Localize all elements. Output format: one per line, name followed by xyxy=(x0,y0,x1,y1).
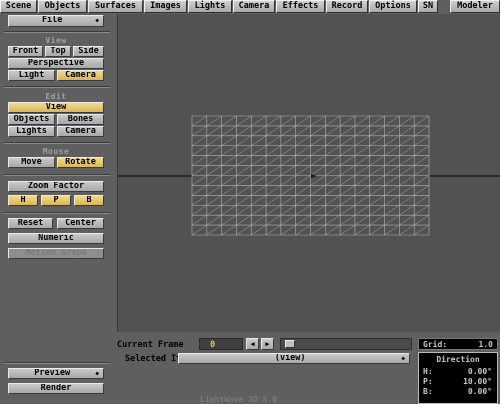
tab-record[interactable]: Record xyxy=(326,0,368,13)
edit-lights-button[interactable]: Lights xyxy=(8,126,55,137)
view-side-button[interactable]: Side xyxy=(73,46,104,57)
file-menu-button[interactable]: File ◆ xyxy=(8,15,104,27)
numeric-button[interactable]: Numeric xyxy=(8,233,104,244)
edit-objects-button[interactable]: Objects xyxy=(8,114,55,125)
next-frame-button[interactable]: ▶ xyxy=(261,338,274,350)
direction-readout: Direction H: 0.00° P: 10.00° B: 0.00° xyxy=(418,352,498,404)
left-arrow-icon: ◀ xyxy=(250,340,255,348)
status-text: LightWave 3D 5.0 xyxy=(200,395,278,404)
grid-size-field[interactable]: Grid: 1.0 xyxy=(418,338,498,350)
edit-camera-button[interactable]: Camera xyxy=(57,126,104,137)
grid-label: Grid: xyxy=(423,340,448,349)
divider xyxy=(4,86,110,88)
right-arrow-icon: ▶ xyxy=(265,340,270,348)
divider xyxy=(4,212,110,214)
motion-graph-button[interactable]: Motion Graph xyxy=(8,248,104,259)
edit-section-label: Edit xyxy=(45,92,67,101)
zoom-factor-button[interactable]: Zoom Factor xyxy=(8,181,104,192)
current-frame-label: Current Frame xyxy=(117,340,184,350)
tab-modeler[interactable]: Modeler xyxy=(450,0,500,13)
preview-menu-button[interactable]: Preview ◆ xyxy=(8,368,104,379)
b-button[interactable]: B xyxy=(74,195,104,206)
mouse-move-button[interactable]: Move xyxy=(8,157,55,168)
render-button[interactable]: Render xyxy=(8,383,104,394)
h-button[interactable]: H xyxy=(8,195,38,206)
selected-item-value: (view) xyxy=(274,353,306,363)
mouse-rotate-button[interactable]: Rotate xyxy=(57,157,104,168)
direction-p-value: 10.00° xyxy=(463,377,492,386)
layout-viewport[interactable] xyxy=(117,14,500,332)
divider xyxy=(4,362,110,364)
tab-objects[interactable]: Objects xyxy=(38,0,87,13)
tab-effects[interactable]: Effects xyxy=(276,0,325,13)
tab-lights[interactable]: Lights xyxy=(188,0,232,13)
direction-title: Direction xyxy=(436,355,480,364)
pivot-marker-icon xyxy=(311,174,317,178)
reset-button[interactable]: Reset xyxy=(8,218,53,229)
preview-label: Preview xyxy=(34,368,71,378)
divider xyxy=(4,174,110,176)
tab-scene[interactable]: Scene xyxy=(0,0,37,13)
tab-surfaces[interactable]: Surfaces xyxy=(88,0,143,13)
frame-slider-track[interactable] xyxy=(280,338,412,350)
view-light-button[interactable]: Light xyxy=(8,70,55,81)
view-section-label: View xyxy=(45,36,67,45)
selected-item-dropdown[interactable]: (view) ◆ xyxy=(178,353,410,364)
dropdown-arrow-icon: ◆ xyxy=(401,355,405,362)
current-frame-value: 0 xyxy=(210,340,216,350)
center-button[interactable]: Center xyxy=(57,218,104,229)
tab-camera[interactable]: Camera xyxy=(233,0,275,13)
view-perspective-button[interactable]: Perspective xyxy=(8,58,104,69)
direction-b-label: B: xyxy=(423,387,433,396)
dropdown-arrow-icon: ◆ xyxy=(95,17,99,24)
view-top-button[interactable]: Top xyxy=(45,46,71,57)
direction-h-label: H: xyxy=(423,367,433,376)
divider xyxy=(4,31,110,33)
viewport-scene xyxy=(118,115,500,236)
view-front-button[interactable]: Front xyxy=(8,46,43,57)
p-button[interactable]: P xyxy=(41,195,71,206)
mouse-section-label: Mouse xyxy=(42,147,70,156)
tab-images[interactable]: Images xyxy=(144,0,187,13)
frame-slider-handle[interactable] xyxy=(285,340,295,348)
grid-mesh xyxy=(191,115,430,236)
grid-value: 1.0 xyxy=(478,340,493,349)
dropdown-arrow-icon: ◆ xyxy=(95,370,99,377)
prev-frame-button[interactable]: ◀ xyxy=(246,338,259,350)
file-label: File xyxy=(41,15,63,25)
direction-b-value: 0.00° xyxy=(467,387,492,396)
tab-sn[interactable]: SN xyxy=(418,0,438,13)
current-frame-field[interactable]: 0 xyxy=(199,338,243,350)
lightwave-layout-window: { "tabs": ["Scene", "Objects", "Surfaces… xyxy=(0,0,500,404)
edit-bones-button[interactable]: Bones xyxy=(57,114,104,125)
view-camera-button[interactable]: Camera xyxy=(57,70,104,81)
edit-view-button[interactable]: View xyxy=(8,102,104,113)
tab-options[interactable]: Options xyxy=(369,0,417,13)
divider xyxy=(4,142,110,144)
direction-h-value: 0.00° xyxy=(467,367,492,376)
direction-p-label: P: xyxy=(423,377,433,386)
